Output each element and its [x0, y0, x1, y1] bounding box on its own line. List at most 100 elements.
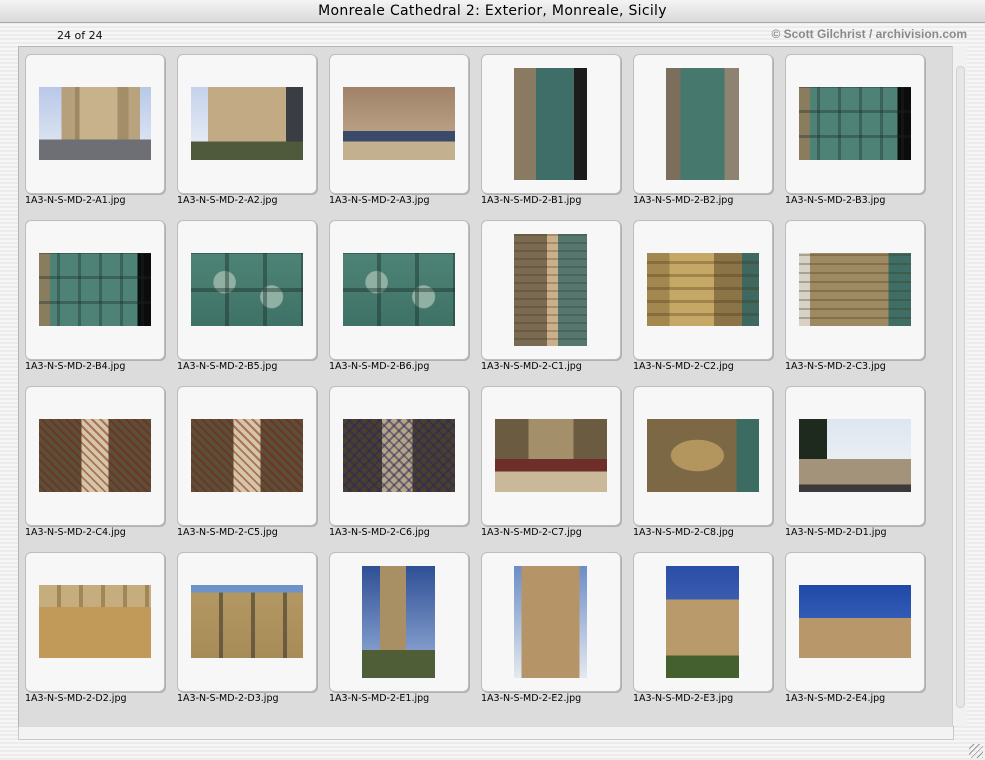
thumbnail-image[interactable]: [191, 419, 303, 492]
thumbnail-filename: 1A3-N-S-MD-2-D2.jpg: [25, 693, 127, 704]
thumbnail-image[interactable]: [343, 253, 455, 326]
slide-frame[interactable]: [329, 54, 469, 194]
thumbnail-item[interactable]: 1A3-N-S-MD-2-C5.jpg: [177, 386, 317, 546]
horizontal-scrollbar[interactable]: [18, 727, 954, 740]
thumbnail-item[interactable]: 1A3-N-S-MD-2-A1.jpg: [25, 54, 165, 214]
thumbnail-image[interactable]: [343, 87, 455, 160]
thumbnail-filename: 1A3-N-S-MD-2-B4.jpg: [25, 361, 126, 372]
thumbnail-image[interactable]: [514, 68, 587, 180]
thumbnail-filename: 1A3-N-S-MD-2-B5.jpg: [177, 361, 278, 372]
slide-frame[interactable]: [633, 552, 773, 692]
thumbnail-item[interactable]: 1A3-N-S-MD-2-C3.jpg: [785, 220, 925, 380]
slide-frame[interactable]: [633, 386, 773, 526]
slide-frame[interactable]: [25, 220, 165, 360]
slide-frame[interactable]: [177, 386, 317, 526]
thumbnail-item[interactable]: 1A3-N-S-MD-2-C4.jpg: [25, 386, 165, 546]
slide-frame[interactable]: [785, 54, 925, 194]
thumbnail-image[interactable]: [191, 87, 303, 160]
thumbnail-item[interactable]: 1A3-N-S-MD-2-C8.jpg: [633, 386, 773, 546]
slide-frame[interactable]: [177, 54, 317, 194]
thumbnail-image[interactable]: [799, 419, 911, 492]
image-counter: 24 of 24: [57, 29, 103, 42]
slide-frame[interactable]: [177, 552, 317, 692]
thumbnail-item[interactable]: 1A3-N-S-MD-2-C7.jpg: [481, 386, 621, 546]
thumbnail-image[interactable]: [191, 253, 303, 326]
thumbnail-image[interactable]: [39, 253, 151, 326]
thumbnail-item[interactable]: 1A3-N-S-MD-2-C1.jpg: [481, 220, 621, 380]
copyright-notice: © Scott Gilchrist / archivision.com: [771, 27, 967, 41]
thumbnail-item[interactable]: 1A3-N-S-MD-2-E4.jpg: [785, 552, 925, 712]
thumbnail-item[interactable]: 1A3-N-S-MD-2-B5.jpg: [177, 220, 317, 380]
thumbnail-item[interactable]: 1A3-N-S-MD-2-B6.jpg: [329, 220, 469, 380]
thumbnail-item[interactable]: 1A3-N-S-MD-2-E2.jpg: [481, 552, 621, 712]
thumbnail-filename: 1A3-N-S-MD-2-B6.jpg: [329, 361, 430, 372]
thumbnail-filename: 1A3-N-S-MD-2-C8.jpg: [633, 527, 734, 538]
vertical-scrollbar[interactable]: [952, 46, 967, 726]
thumbnail-item[interactable]: 1A3-N-S-MD-2-A2.jpg: [177, 54, 317, 214]
slide-frame[interactable]: [785, 552, 925, 692]
slide-frame[interactable]: [177, 220, 317, 360]
thumbnail-image[interactable]: [191, 585, 303, 658]
thumbnail-filename: 1A3-N-S-MD-2-A3.jpg: [329, 195, 430, 206]
thumbnail-filename: 1A3-N-S-MD-2-B2.jpg: [633, 195, 734, 206]
thumbnail-filename: 1A3-N-S-MD-2-D1.jpg: [785, 527, 887, 538]
thumbnail-item[interactable]: 1A3-N-S-MD-2-D3.jpg: [177, 552, 317, 712]
thumbnail-item[interactable]: 1A3-N-S-MD-2-B4.jpg: [25, 220, 165, 380]
thumbnail-item[interactable]: 1A3-N-S-MD-2-D2.jpg: [25, 552, 165, 712]
thumbnail-item[interactable]: 1A3-N-S-MD-2-E3.jpg: [633, 552, 773, 712]
thumbnail-filename: 1A3-N-S-MD-2-D3.jpg: [177, 693, 279, 704]
thumbnail-filename: 1A3-N-S-MD-2-B1.jpg: [481, 195, 582, 206]
thumbnail-filename: 1A3-N-S-MD-2-C1.jpg: [481, 361, 582, 372]
thumbnail-item[interactable]: 1A3-N-S-MD-2-B1.jpg: [481, 54, 621, 214]
thumbnail-image[interactable]: [514, 234, 587, 346]
thumbnail-image[interactable]: [666, 68, 739, 180]
thumbnail-filename: 1A3-N-S-MD-2-C4.jpg: [25, 527, 126, 538]
thumbnail-filename: 1A3-N-S-MD-2-E2.jpg: [481, 693, 582, 704]
thumbnail-image[interactable]: [647, 419, 759, 492]
thumbnail-image[interactable]: [647, 253, 759, 326]
thumbnail-item[interactable]: 1A3-N-S-MD-2-E1.jpg: [329, 552, 469, 712]
slide-frame[interactable]: [329, 386, 469, 526]
thumbnail-image[interactable]: [666, 566, 739, 678]
thumbnail-image[interactable]: [799, 87, 911, 160]
thumbnail-filename: 1A3-N-S-MD-2-C6.jpg: [329, 527, 430, 538]
slide-frame[interactable]: [481, 386, 621, 526]
thumbnail-item[interactable]: 1A3-N-S-MD-2-D1.jpg: [785, 386, 925, 546]
window-title: Monreale Cathedral 2: Exterior, Monreale…: [0, 0, 985, 23]
thumbnail-item[interactable]: 1A3-N-S-MD-2-B2.jpg: [633, 54, 773, 214]
slide-frame[interactable]: [25, 552, 165, 692]
thumbnail-filename: 1A3-N-S-MD-2-E4.jpg: [785, 693, 886, 704]
thumbnail-image[interactable]: [343, 419, 455, 492]
thumbnail-filename: 1A3-N-S-MD-2-E1.jpg: [329, 693, 430, 704]
thumbnail-image[interactable]: [799, 253, 911, 326]
thumbnail-filename: 1A3-N-S-MD-2-A1.jpg: [25, 195, 126, 206]
slide-frame[interactable]: [633, 220, 773, 360]
thumbnail-image[interactable]: [514, 566, 587, 678]
thumbnail-filename: 1A3-N-S-MD-2-C2.jpg: [633, 361, 734, 372]
thumbnail-filename: 1A3-N-S-MD-2-C7.jpg: [481, 527, 582, 538]
slide-frame[interactable]: [329, 220, 469, 360]
resize-grip-icon[interactable]: [969, 744, 983, 758]
thumbnail-image[interactable]: [799, 585, 911, 658]
slide-frame[interactable]: [25, 54, 165, 194]
thumbnail-image[interactable]: [39, 585, 151, 658]
thumbnail-image[interactable]: [362, 566, 435, 678]
slide-frame[interactable]: [481, 220, 621, 360]
thumbnail-item[interactable]: 1A3-N-S-MD-2-C2.jpg: [633, 220, 773, 380]
slide-frame[interactable]: [785, 220, 925, 360]
slide-frame[interactable]: [329, 552, 469, 692]
thumbnail-item[interactable]: 1A3-N-S-MD-2-C6.jpg: [329, 386, 469, 546]
slide-frame[interactable]: [25, 386, 165, 526]
thumbnail-filename: 1A3-N-S-MD-2-E3.jpg: [633, 693, 734, 704]
thumbnail-filename: 1A3-N-S-MD-2-C5.jpg: [177, 527, 278, 538]
slide-frame[interactable]: [633, 54, 773, 194]
slide-frame[interactable]: [785, 386, 925, 526]
thumbnail-image[interactable]: [495, 419, 607, 492]
thumbnail-item[interactable]: 1A3-N-S-MD-2-B3.jpg: [785, 54, 925, 214]
thumbnail-image[interactable]: [39, 87, 151, 160]
slide-frame[interactable]: [481, 552, 621, 692]
slide-frame[interactable]: [481, 54, 621, 194]
thumbnail-image[interactable]: [39, 419, 151, 492]
thumbnail-item[interactable]: 1A3-N-S-MD-2-A3.jpg: [329, 54, 469, 214]
thumbnail-filename: 1A3-N-S-MD-2-B3.jpg: [785, 195, 886, 206]
